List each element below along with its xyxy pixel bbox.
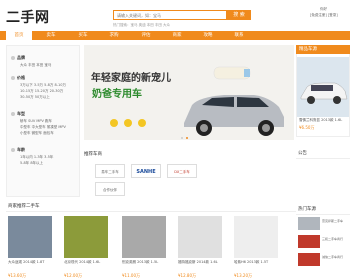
car-listing-caption[interactable]: 福特福克斯 2014款 1.6L <box>178 260 226 265</box>
car-listing-image[interactable] <box>178 216 222 258</box>
nav-item-buy[interactable]: 买车 <box>72 31 94 40</box>
banner-headline: 年轻家庭的新宠儿 <box>91 73 171 84</box>
filter-type-options[interactable]: 小型车 微型车 面包车 <box>20 131 54 136</box>
hot-car-thumb[interactable] <box>298 253 320 266</box>
filter-price-options[interactable]: 3万以下 3-5万 5-8万 8-10万 <box>20 83 66 88</box>
car-listing-price: ¥12.80万 <box>178 273 196 278</box>
hot-cars-title: 热门车源 <box>296 206 350 215</box>
featured-title: 精品车源 <box>296 45 350 54</box>
filter-age-options[interactable]: 5-8年 8年以上 <box>20 161 43 166</box>
car-listing-caption[interactable]: 大众途观 2014款 1.8T <box>8 260 56 265</box>
filter-type-options[interactable]: 中型车 中大型车 紧凑型 MPV <box>20 125 66 130</box>
car-listing-caption[interactable]: 北京现代 2014款 1.6L <box>64 260 112 265</box>
merchant-logo[interactable]: 易车二手车 <box>95 164 125 178</box>
filter-price-options[interactable]: 30-50万 50万以上 <box>20 95 50 100</box>
nav-item-guides[interactable]: 攻略 <box>197 31 219 40</box>
car-listing-price: ¥13.20万 <box>234 273 252 278</box>
hot-car-thumb[interactable] <box>298 235 320 248</box>
nav-item-appraisal[interactable]: 评估 <box>135 31 157 40</box>
price-icon <box>11 76 15 80</box>
car-listing-price: ¥13.60万 <box>8 273 26 278</box>
search-button[interactable]: 搜 索 <box>227 10 251 20</box>
hot-search-links[interactable]: 热门搜索：宝马 奥迪 本田 丰田 大众 <box>113 23 170 28</box>
car-listing-price: ¥12.00万 <box>64 273 82 278</box>
merchant-logo[interactable]: DX二手车 <box>167 164 197 178</box>
promo-banner[interactable]: 年轻家庭的新宠儿 奶爸专用车 <box>84 45 294 140</box>
search-input[interactable] <box>113 10 227 20</box>
car-listing-image[interactable] <box>234 216 278 258</box>
hot-car-text[interactable]: 三和二手车商行 <box>322 237 343 241</box>
car-type-icon <box>11 112 15 116</box>
login-register-links[interactable]: [免费注册] [登录] <box>310 13 338 18</box>
filter-type-options[interactable]: 轿车 SUV MPV 跑车 <box>20 119 52 124</box>
filter-panel: 品牌 大众 丰田 本田 宝马 价格 3万以下 3-5万 5-8万 8-10万 1… <box>6 45 80 197</box>
banner-subheadline: 奶爸专用车 <box>92 89 142 100</box>
hot-car-text[interactable]: 诚信二手车商行 <box>322 255 343 259</box>
brand-icon <box>11 56 15 60</box>
nav-item-sell[interactable]: 卖车 <box>40 31 62 40</box>
recommended-title: 商家推荐二手车 <box>6 203 296 212</box>
site-logo[interactable]: 二手网 <box>6 7 50 27</box>
filter-price-options[interactable]: 10-15万 15-20万 20-30万 <box>20 89 63 94</box>
nav-item-contact[interactable]: 联系 <box>228 31 250 40</box>
car-listing-image[interactable] <box>122 216 166 258</box>
filter-age-title: 车龄 <box>17 147 25 152</box>
merchants-title: 推荐车商 <box>84 152 102 157</box>
featured-car-caption[interactable]: 雪佛兰科鲁兹 2013款 1.6L <box>299 118 342 123</box>
featured-car-image[interactable] <box>297 57 349 117</box>
hot-car-text[interactable]: 雷克萨斯二手车 <box>322 219 343 223</box>
filter-price-title: 价格 <box>17 75 25 80</box>
merchant-logo[interactable]: SANHE <box>131 164 161 178</box>
hot-car-thumb[interactable] <box>298 217 320 230</box>
car-listing-image[interactable] <box>8 216 52 258</box>
greeting-text: 你好 <box>320 7 327 11</box>
merchant-logo[interactable]: 合作伙伴 <box>95 182 125 196</box>
filter-brand-title: 品牌 <box>17 55 25 60</box>
main-nav: 首页 卖车 买车 求购 评估 商家 攻略 联系 <box>0 31 350 40</box>
filter-age-options[interactable]: 1年以内 1-3年 3-5年 <box>20 155 53 160</box>
nav-item-wanted[interactable]: 求购 <box>103 31 125 40</box>
nav-item-dealers[interactable]: 商家 <box>166 31 188 40</box>
car-listing-image[interactable] <box>64 216 108 258</box>
filter-type-title: 车型 <box>17 111 25 116</box>
filter-brand-options[interactable]: 大众 丰田 本田 宝马 <box>20 63 51 68</box>
car-age-icon <box>11 148 15 152</box>
car-listing-price: ¥11.00万 <box>122 273 140 278</box>
notice-title: 公告 <box>296 150 350 159</box>
car-listing-caption[interactable]: 别克英朗 2013款 1.5L <box>122 260 170 265</box>
car-listing-caption[interactable]: 哈弗H6 2013款 1.5T <box>234 260 282 265</box>
featured-car-art <box>297 57 349 117</box>
featured-car-price: ¥6.50万 <box>299 125 315 130</box>
nav-item-home[interactable]: 首页 <box>6 31 32 40</box>
